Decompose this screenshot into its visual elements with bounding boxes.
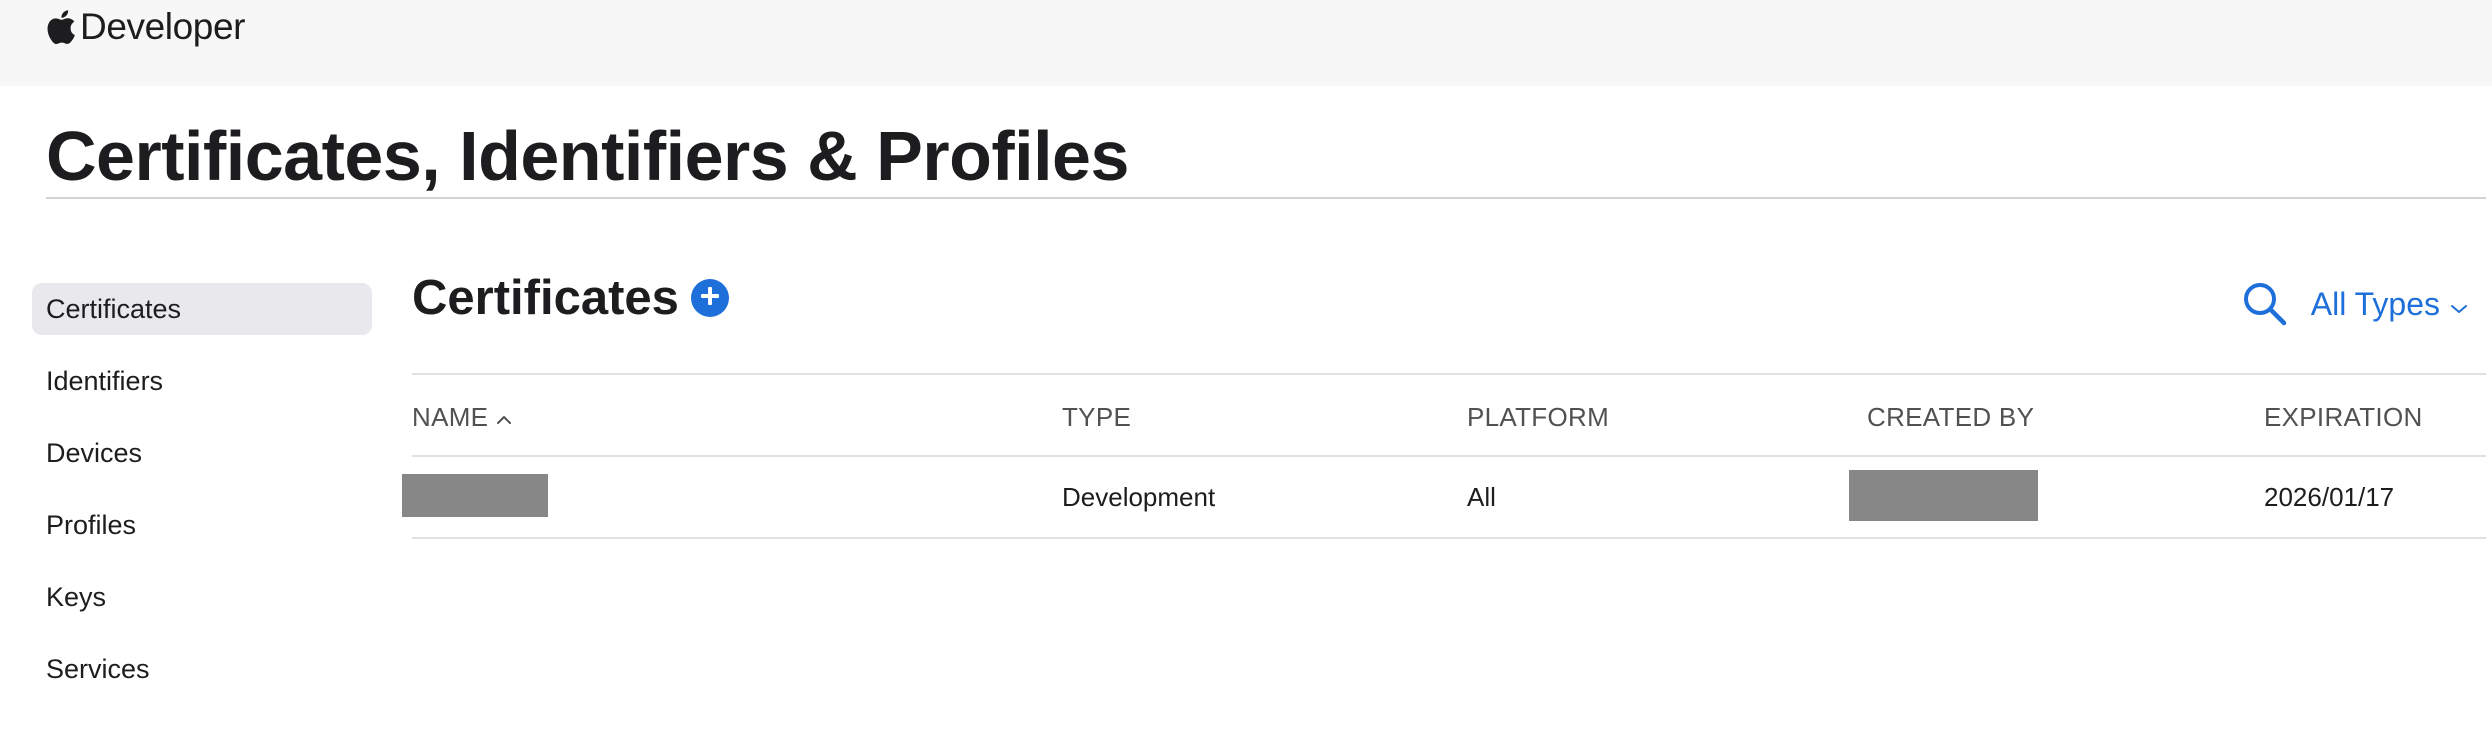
expiration-cell: 2026/01/17 <box>2264 482 2395 512</box>
platform-cell: All <box>1467 482 1496 512</box>
add-certificate-button[interactable] <box>690 279 729 317</box>
chevron-down-icon <box>2450 286 2468 323</box>
type-cell: Development <box>1062 482 1216 512</box>
search-button[interactable] <box>2241 280 2289 328</box>
page-title: Certificates, Identifiers & Profiles <box>46 117 1129 195</box>
sidebar: Certificates Identifiers Devices Profile… <box>32 283 372 715</box>
search-icon <box>2241 283 2289 332</box>
title-divider <box>46 197 2486 199</box>
table-top-divider <box>412 373 2486 375</box>
brand-label: Developer <box>80 6 246 47</box>
column-header-name[interactable]: NAME <box>412 400 512 434</box>
sidebar-item-devices[interactable]: Devices <box>32 427 372 479</box>
column-header-created-by: CREATED BY <box>1867 402 2035 432</box>
redacted-name-cell <box>402 474 548 517</box>
sidebar-item-keys[interactable]: Keys <box>32 571 372 623</box>
type-filter-label: All Types <box>2310 285 2440 322</box>
redacted-created-by-cell <box>1849 470 2038 521</box>
section-header: Certificates <box>412 270 729 326</box>
row-divider <box>412 537 2486 539</box>
section-title: Certificates <box>412 271 679 325</box>
sidebar-item-certificates[interactable]: Certificates <box>32 283 372 335</box>
table-row[interactable]: Development All 2026/01/17 <box>400 457 2486 537</box>
type-filter-dropdown[interactable]: All Types <box>2311 286 2468 323</box>
apple-logo-icon <box>46 9 76 45</box>
list-tools: All Types <box>2241 280 2468 328</box>
chevron-up-icon <box>496 400 512 434</box>
sidebar-item-services[interactable]: Services <box>32 643 372 695</box>
column-header-platform: PLATFORM <box>1467 402 1610 432</box>
global-nav: Developer <box>0 0 2492 86</box>
column-header-expiration: EXPIRATION <box>2264 402 2423 432</box>
sidebar-item-profiles[interactable]: Profiles <box>32 499 372 551</box>
developer-home-link[interactable]: Developer <box>46 6 245 48</box>
plus-circle-icon <box>699 285 721 312</box>
column-header-type: TYPE <box>1062 402 1132 432</box>
column-header-name-label: NAME <box>412 402 489 432</box>
sidebar-item-identifiers[interactable]: Identifiers <box>32 355 372 407</box>
